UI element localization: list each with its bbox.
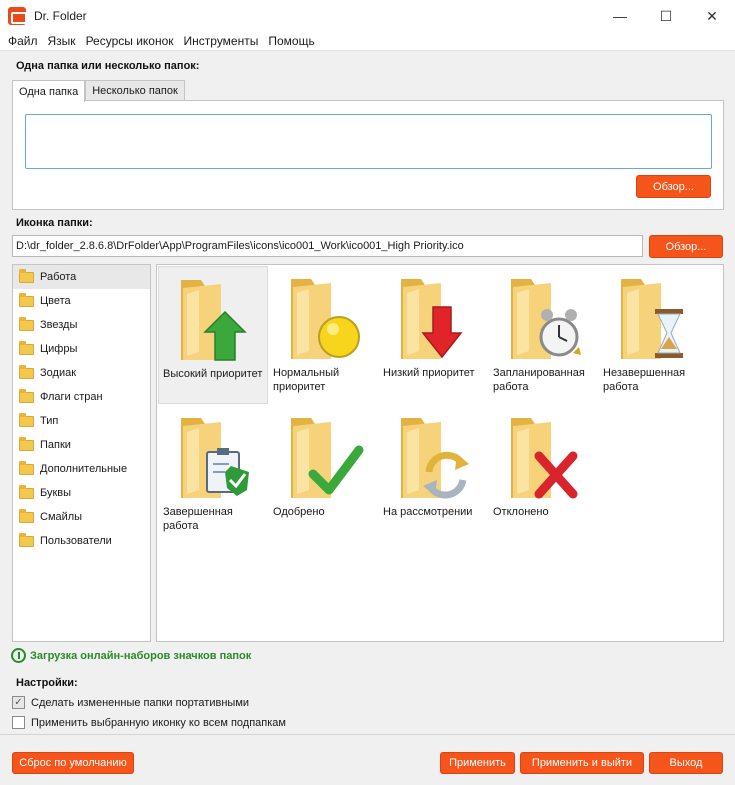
title-bar: Dr. Folder — ☐ ✕ [0, 0, 735, 32]
icon-label: Запланированная работа [493, 367, 585, 393]
settings-label: Настройки: [16, 677, 78, 689]
folder-up-arrow-icon [181, 280, 247, 361]
folder-icon [19, 364, 34, 379]
portable-folders-checkbox[interactable]: ✓ [12, 696, 25, 709]
category-list: Работа Цвета Звезды Цифры Зодиак Флаги с… [12, 264, 151, 642]
icon-label: Завершенная работа [163, 506, 233, 532]
apply-subfolders-option[interactable]: Применить выбранную иконку ко всем подпа… [12, 716, 286, 729]
app-logo-icon [8, 7, 27, 25]
close-button[interactable]: ✕ [689, 0, 735, 32]
folder-icon [19, 292, 34, 307]
folder-icon [19, 508, 34, 523]
category-item[interactable]: Буквы [13, 481, 150, 505]
exit-button[interactable]: Выход [649, 752, 723, 774]
category-item[interactable]: Звезды [13, 313, 150, 337]
folder-icon [19, 340, 34, 355]
menu-bar: Файл Язык Ресурсы иконок Инструменты Пом… [0, 32, 735, 51]
folder-refresh-arrows-icon [401, 418, 469, 499]
folders-section-label: Одна папка или несколько папок: [16, 60, 200, 72]
reset-defaults-button[interactable]: Сброс по умолчанию [12, 752, 134, 774]
menu-icon-resources[interactable]: Ресурсы иконок [82, 34, 178, 48]
tab-panel-single-folder: Обзор... [12, 100, 724, 210]
window-title: Dr. Folder [34, 9, 87, 23]
icon-label: Низкий приоритет [383, 367, 475, 379]
category-item[interactable]: Флаги стран [13, 385, 150, 409]
folder-icon [19, 412, 34, 427]
folder-path-input[interactable] [25, 114, 712, 169]
tab-multiple-folders[interactable]: Несколько папок [85, 80, 185, 101]
folder-red-cross-icon [511, 418, 578, 499]
category-item[interactable]: Цвета [13, 289, 150, 313]
icon-cell[interactable]: Низкий приоритет [378, 266, 488, 404]
apply-subfolders-checkbox[interactable] [12, 716, 25, 729]
main-panel: Одна папка или несколько папок: Одна пап… [0, 51, 735, 785]
category-item[interactable]: Зодиак [13, 361, 150, 385]
folder-mode-tabs: Одна папка Несколько папок [12, 80, 185, 102]
category-item[interactable]: Цифры [13, 337, 150, 361]
apply-and-exit-button[interactable]: Применить и выйти [520, 752, 644, 774]
icon-cell[interactable]: На рассмотрении [378, 405, 488, 543]
menu-tools[interactable]: Инструменты [180, 34, 263, 48]
menu-help[interactable]: Помощь [264, 34, 318, 48]
icon-cell[interactable]: Отклонено [488, 405, 598, 543]
icon-label: Незавершенная работа [603, 367, 686, 393]
folder-icon [19, 388, 34, 403]
icon-cell[interactable]: Запланированная работа [488, 266, 598, 404]
minimize-button[interactable]: — [597, 0, 643, 32]
category-item[interactable]: Дополнительные [13, 457, 150, 481]
folder-icon [19, 316, 34, 331]
category-item[interactable]: Смайлы [13, 505, 150, 529]
icon-label: Отклонено [493, 506, 549, 518]
icon-cell[interactable]: Одобрено [268, 405, 378, 543]
folder-clipboard-check-icon [181, 418, 249, 498]
folder-down-arrow-icon [401, 279, 463, 359]
category-item[interactable]: Папки [13, 433, 150, 457]
folder-icon [19, 532, 34, 547]
browse-icon-button[interactable]: Обзор... [649, 235, 723, 258]
folder-icon [19, 460, 34, 475]
maximize-button[interactable]: ☐ [643, 0, 689, 32]
icon-section-label: Иконка папки: [16, 217, 93, 229]
category-item[interactable]: Работа [13, 265, 150, 289]
icon-cell[interactable]: Незавершенная работа [598, 266, 708, 404]
folder-icon [19, 436, 34, 451]
tab-single-folder[interactable]: Одна папка [12, 80, 86, 102]
icon-path-field[interactable]: D:\dr_folder_2.8.6.8\DrFolder\App\Progra… [12, 235, 643, 257]
folder-checkmark-icon [291, 418, 364, 498]
window-controls: — ☐ ✕ [597, 0, 735, 32]
folder-icon [19, 484, 34, 499]
folder-alarm-clock-icon [511, 279, 581, 359]
folder-yellow-circle-icon [291, 279, 360, 359]
icon-cell[interactable]: Высокий приоритет [158, 266, 268, 404]
folder-hourglass-icon [621, 279, 683, 359]
menu-file[interactable]: Файл [4, 34, 42, 48]
category-item[interactable]: Пользователи [13, 529, 150, 553]
apply-button[interactable]: Применить [440, 752, 515, 774]
online-icon-sets-link[interactable]: Загрузка онлайн-наборов значков папок [11, 648, 251, 663]
icon-label: Нормальный приоритет [273, 367, 340, 393]
folder-icon [19, 268, 34, 283]
icon-label: Одобрено [273, 506, 325, 518]
category-item[interactable]: Тип [13, 409, 150, 433]
browse-folder-button[interactable]: Обзор... [636, 175, 711, 198]
portable-folders-option[interactable]: ✓ Сделать измененные папки портативными [12, 696, 249, 709]
icon-cell[interactable]: Нормальный приоритет [268, 266, 378, 404]
menu-language[interactable]: Язык [44, 34, 80, 48]
footer-divider [0, 734, 735, 735]
icon-grid: Высокий приоритет Нормальный приоритет Н… [156, 264, 724, 642]
icon-label: На рассмотрении [383, 506, 473, 518]
icon-cell[interactable]: Завершенная работа [158, 405, 268, 543]
icon-label: Высокий приоритет [163, 368, 263, 380]
download-icon [11, 648, 26, 663]
